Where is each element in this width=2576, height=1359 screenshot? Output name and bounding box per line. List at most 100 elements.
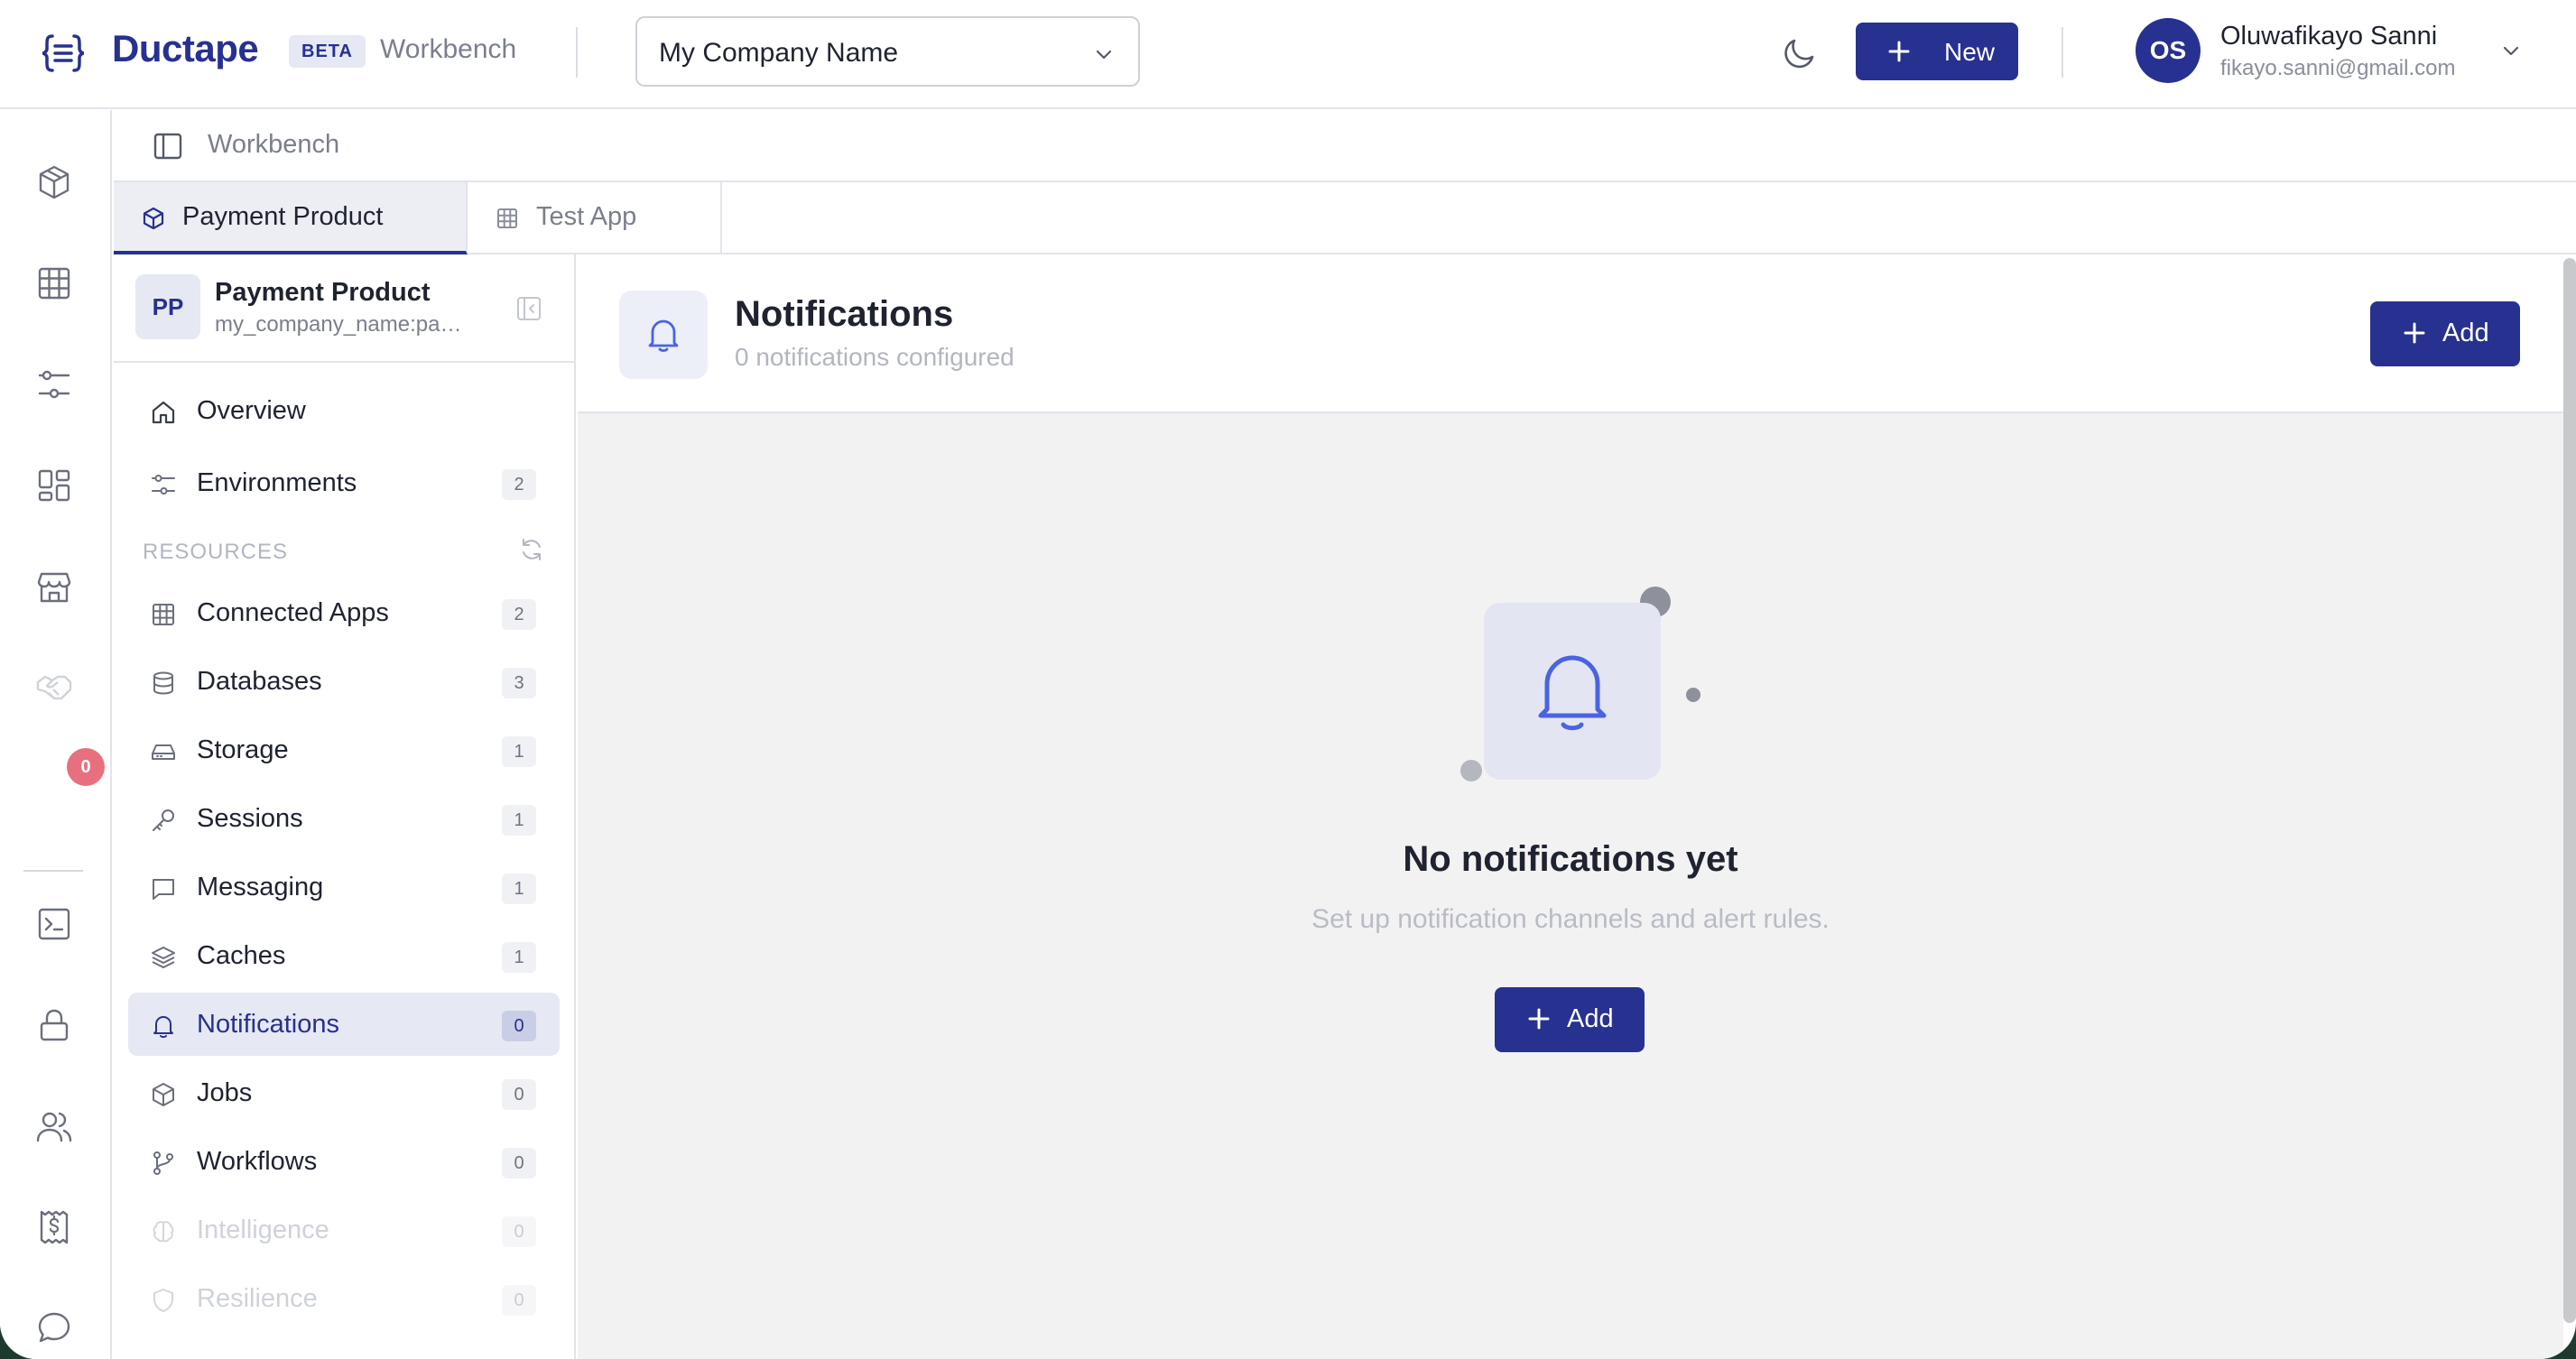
- bell-icon: [153, 1016, 173, 1039]
- users-icon[interactable]: [34, 1106, 74, 1146]
- add-notification-button[interactable]: Add: [2370, 301, 2520, 366]
- add-button-label: Add: [1567, 1004, 1614, 1033]
- sidebar-item-label: Intelligence: [197, 1216, 329, 1244]
- sidebar-item-label: Workflows: [197, 1147, 318, 1176]
- bell-icon: [648, 319, 679, 352]
- top-bar: Ductape BETA Workbench My Company Name N…: [0, 0, 2576, 109]
- breadcrumb: Workbench: [114, 110, 2576, 182]
- tab-label: Payment Product: [182, 202, 384, 231]
- sidebar-item-caches[interactable]: Caches 1: [128, 924, 560, 987]
- toggle-sidebar-icon[interactable]: [152, 130, 184, 162]
- cube-icon: [143, 207, 164, 230]
- sidebar-item-storage[interactable]: Storage 1: [128, 718, 560, 781]
- sidebar-item-workflows[interactable]: Workflows 0: [128, 1130, 560, 1193]
- tab-payment-product[interactable]: Payment Product: [114, 182, 468, 254]
- environments-icon[interactable]: [34, 365, 74, 404]
- sidebar-item-label: Caches: [197, 941, 286, 970]
- empty-state-subtitle: Set up notification channels and alert r…: [1311, 904, 1830, 934]
- app-window: Ductape BETA Workbench My Company Name N…: [0, 0, 2576, 1359]
- empty-state-add-button[interactable]: Add: [1495, 987, 1645, 1052]
- sidebar-item-label: Resilience: [197, 1284, 318, 1313]
- icon-rail: 0: [0, 110, 112, 1359]
- dark-mode-toggle-icon[interactable]: [1781, 32, 1821, 72]
- plus-icon: [1528, 1008, 1550, 1030]
- key-icon: [153, 809, 174, 831]
- section-title: Workbench: [380, 34, 517, 64]
- breadcrumb-current[interactable]: Workbench: [208, 130, 339, 160]
- new-button-label: New: [1944, 38, 1996, 66]
- count-badge: 0: [502, 1148, 536, 1179]
- brain-icon: [153, 1221, 174, 1243]
- sidebar-item-label: Databases: [197, 667, 322, 696]
- message-icon: [153, 879, 174, 900]
- count-badge: 2: [502, 469, 536, 500]
- sidebar-item-environments[interactable]: Environments 2: [128, 451, 560, 514]
- count-badge: 1: [502, 736, 536, 767]
- sidebar-item-sessions[interactable]: Sessions 1: [128, 787, 560, 850]
- beta-badge: BETA: [289, 35, 366, 68]
- sidebar-item-connected-apps[interactable]: Connected Apps 2: [128, 581, 560, 644]
- sidebar-item-overview[interactable]: Overview: [128, 379, 560, 442]
- main-scrollbar[interactable]: [2563, 258, 2576, 1323]
- sidebar-item-messaging[interactable]: Messaging 1: [128, 855, 560, 919]
- count-badge: 0: [502, 1079, 536, 1110]
- count-badge: 2: [502, 599, 536, 630]
- chevron-down-icon: [1096, 50, 1112, 60]
- brand-name[interactable]: Ductape: [112, 27, 259, 70]
- grid-icon: [153, 604, 174, 625]
- page-subtitle: 0 notifications configured: [735, 343, 1015, 371]
- sidebar-item-label: Sessions: [197, 804, 303, 833]
- user-name: Oluwafikayo Sanni: [2220, 22, 2438, 51]
- sidebar-item-label: Connected Apps: [197, 598, 389, 627]
- sidebar-item-databases[interactable]: Databases 3: [128, 650, 560, 713]
- rail-divider: [23, 870, 83, 872]
- billing-icon[interactable]: [34, 1207, 74, 1247]
- tab-test-app[interactable]: Test App: [468, 182, 722, 253]
- grid-icon: [497, 208, 517, 228]
- tab-label: Test App: [536, 202, 637, 231]
- count-badge: 0: [502, 1216, 536, 1247]
- lock-icon[interactable]: [34, 1005, 74, 1045]
- company-select-value: My Company Name: [659, 38, 899, 68]
- chevron-down-icon: [2503, 46, 2519, 56]
- count-badge: 0: [502, 1285, 536, 1316]
- refresh-icon[interactable]: [518, 536, 545, 563]
- add-button-label: Add: [2442, 319, 2489, 347]
- resource-sidebar: PP Payment Product my_company_name:payme…: [114, 254, 576, 1359]
- new-button[interactable]: New: [1856, 23, 2018, 80]
- drive-icon: [152, 744, 175, 760]
- project-avatar: PP: [135, 274, 200, 339]
- company-select[interactable]: My Company Name: [635, 16, 1140, 87]
- count-badge: 1: [502, 874, 536, 904]
- sidebar-item-label: Overview: [197, 396, 306, 425]
- store-icon[interactable]: [34, 567, 74, 606]
- chat-icon[interactable]: [34, 1308, 74, 1348]
- user-menu[interactable]: OS Oluwafikayo Sanni fikayo.sanni@gmail.…: [2107, 0, 2545, 99]
- product-icon[interactable]: [34, 162, 74, 202]
- home-icon: [152, 401, 175, 424]
- user-email: fikayo.sanni@gmail.com: [2220, 56, 2456, 80]
- sidebar-item-label: Notifications: [197, 1010, 339, 1039]
- collapse-panel-icon[interactable]: [514, 294, 543, 323]
- count-badge: 1: [502, 942, 536, 973]
- terminal-icon[interactable]: [34, 904, 74, 944]
- empty-state-illustration: [1484, 603, 1661, 780]
- sliders-icon: [152, 475, 175, 495]
- handshake-icon[interactable]: [34, 668, 74, 707]
- sidebar-item-notifications[interactable]: Notifications 0: [128, 993, 560, 1056]
- logo-icon[interactable]: [40, 31, 87, 76]
- page-title: Notifications: [735, 294, 954, 334]
- plus-icon: [1888, 41, 1910, 62]
- sidebar-item-intelligence: Intelligence 0: [128, 1198, 560, 1262]
- branch-icon: [153, 1151, 173, 1175]
- apps-grid-icon[interactable]: [34, 263, 74, 303]
- dashboard-icon[interactable]: [34, 466, 74, 505]
- shield-icon: [153, 1289, 173, 1312]
- sidebar-item-label: Storage: [197, 735, 289, 764]
- count-badge: 0: [502, 1011, 536, 1041]
- project-slug: my_company_name:payment_product: [215, 312, 468, 337]
- decor-dot: [1460, 760, 1482, 781]
- sidebar-item-resilience: Resilience 0: [128, 1267, 560, 1330]
- sidebar-item-jobs[interactable]: Jobs 0: [128, 1061, 560, 1124]
- user-avatar: OS: [2136, 18, 2201, 83]
